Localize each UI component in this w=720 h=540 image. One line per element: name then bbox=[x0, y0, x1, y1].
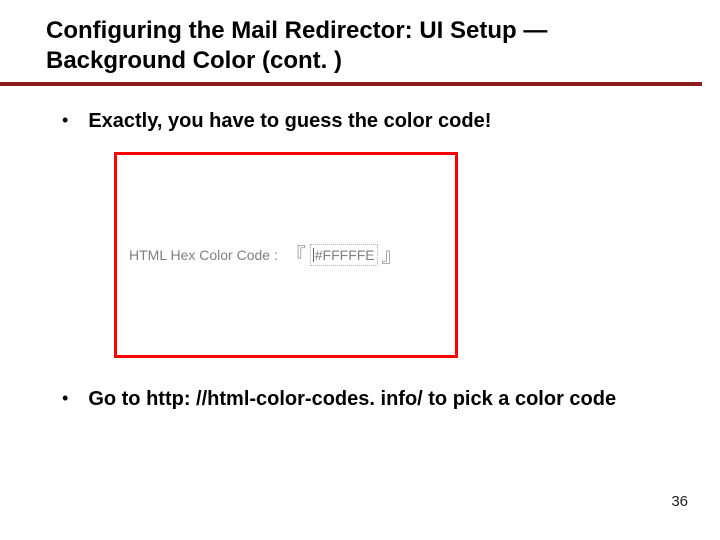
screenshot-frame: HTML Hex Color Code : 『 #FFFFFE 』 bbox=[114, 152, 458, 358]
screenshot-block: HTML Hex Color Code : 『 #FFFFFE 』 bbox=[114, 152, 692, 358]
hex-code-input[interactable]: #FFFFFE bbox=[310, 244, 378, 266]
slide-title: Configuring the Mail Redirector: UI Setu… bbox=[46, 16, 692, 76]
slide: Configuring the Mail Redirector: UI Setu… bbox=[0, 0, 720, 540]
open-bracket-icon: 『 bbox=[286, 239, 306, 268]
bullet-item: • Go to http: //html-color-codes. info/ … bbox=[62, 386, 692, 412]
hex-code-value: #FFFFFE bbox=[315, 247, 375, 263]
hex-code-snippet: HTML Hex Color Code : 『 #FFFFFE 』 bbox=[129, 241, 402, 270]
hex-code-label: HTML Hex Color Code : bbox=[129, 247, 282, 263]
bullet-icon: • bbox=[62, 388, 68, 410]
bullet-text-1: Exactly, you have to guess the color cod… bbox=[88, 108, 491, 134]
slide-body: • Exactly, you have to guess the color c… bbox=[46, 86, 692, 412]
bullet-icon: • bbox=[62, 110, 68, 132]
page-number: 36 bbox=[671, 493, 688, 510]
bullet-item: • Exactly, you have to guess the color c… bbox=[62, 108, 692, 134]
close-bracket-icon: 』 bbox=[382, 239, 402, 268]
bullet-text-2: Go to http: //html-color-codes. info/ to… bbox=[88, 386, 616, 412]
text-caret-icon bbox=[313, 248, 314, 262]
